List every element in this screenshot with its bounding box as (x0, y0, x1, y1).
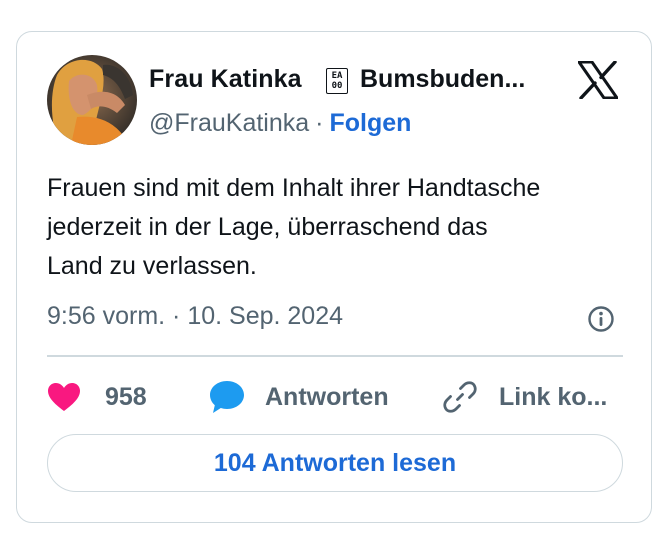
handle-row: @FrauKatinka · Folgen (149, 109, 411, 138)
link-icon (443, 381, 477, 413)
info-icon[interactable] (587, 305, 615, 333)
tweet-embed-card[interactable]: Frau Katinka EA 00 Bumsbuden... @FrauKati… (16, 31, 652, 523)
speech-bubble-icon (210, 381, 244, 413)
tweet-timestamp[interactable]: 9:56 vorm. · 10. Sep. 2024 (47, 302, 343, 331)
reply-button[interactable]: Antworten (209, 379, 389, 415)
heart-icon (48, 383, 80, 411)
like-button[interactable]: 958 (47, 379, 147, 415)
display-name-suffix[interactable]: Bumsbuden... (360, 65, 525, 94)
x-logo-icon[interactable] (577, 60, 619, 100)
avatar[interactable] (47, 55, 137, 145)
like-count: 958 (105, 382, 147, 411)
name-emoji-icon: EA 00 (326, 68, 348, 94)
reply-label: Antworten (265, 382, 389, 411)
handle-separator: · (315, 109, 324, 137)
copy-link-label: Link ko... (499, 382, 608, 411)
tweet-text: Frauen sind mit dem Inhalt ihrer Handtas… (47, 174, 541, 280)
copy-link-button[interactable]: Link ko... (443, 379, 607, 415)
display-name[interactable]: Frau Katinka (149, 65, 302, 94)
follow-link[interactable]: Folgen (330, 109, 412, 137)
read-replies-button[interactable]: 104 Antworten lesen (47, 434, 623, 492)
user-handle[interactable]: @FrauKatinka (149, 109, 309, 137)
divider (47, 355, 623, 357)
